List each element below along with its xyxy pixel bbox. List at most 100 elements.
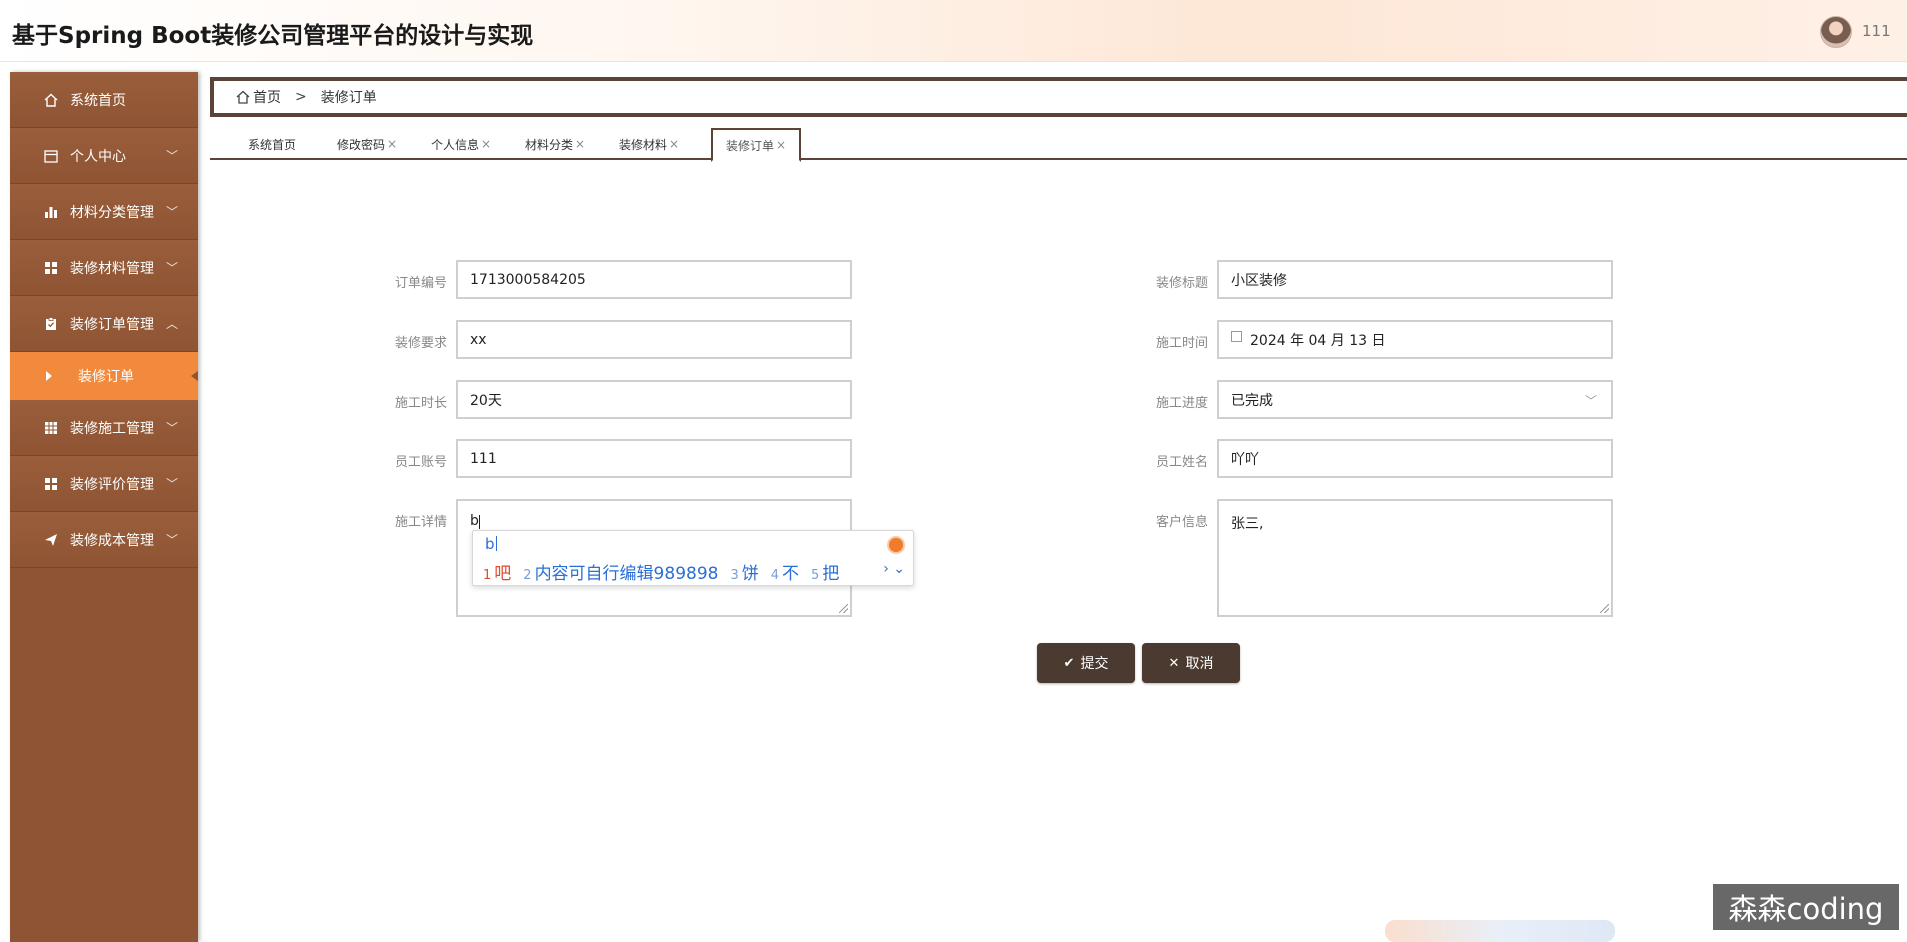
tab-label: 装修订单 (725, 138, 774, 153)
close-icon[interactable]: × (481, 137, 491, 151)
requirement-input[interactable]: xx (456, 320, 852, 359)
breadcrumb-home[interactable]: 首页 (253, 87, 281, 107)
grid-icon (42, 259, 60, 277)
ime-candidate[interactable]: 5把 (811, 559, 839, 584)
sidebar-item-label: 材料分类管理 (70, 204, 154, 221)
duration-label: 施工时长 (394, 396, 447, 411)
ime-candidate[interactable]: 1吧 (483, 559, 511, 584)
tab-label: 个人信息 (430, 137, 479, 152)
staff-name-input[interactable]: 吖吖 (1217, 439, 1613, 478)
staff-account-input[interactable]: 111 (456, 439, 852, 478)
staff-name-label: 员工姓名 (1155, 455, 1208, 470)
tab-label: 系统首页 (247, 137, 296, 152)
sidebar-item-cost[interactable]: 装修成本管理 ﹀ (10, 512, 198, 568)
ime-typed-text: b (485, 535, 495, 553)
app-header: 基于Spring Boot装修公司管理平台的设计与实现 111 (0, 0, 1907, 62)
sidebar-item-personal[interactable]: 个人中心 ﹀ (10, 128, 198, 184)
order-no-value: 1713000584205 (470, 271, 586, 288)
requirement-label: 装修要求 (394, 336, 447, 351)
customer-textarea[interactable]: 张三, (1217, 499, 1613, 617)
sidebar-subitem-label: 装修订单 (78, 369, 134, 385)
customer-label: 客户信息 (1155, 515, 1208, 530)
progress-label: 施工进度 (1155, 396, 1208, 411)
calendar-icon (1231, 331, 1242, 342)
breadcrumb: 首页 > 装修订单 (210, 77, 1907, 117)
title-label: 装修标题 (1155, 276, 1208, 291)
submit-button[interactable]: ✔ 提交 (1037, 643, 1135, 683)
progress-select[interactable]: 已完成 ﹀ (1217, 380, 1613, 419)
date-picker[interactable]: 2024 年 04 月 13 日 (1217, 320, 1613, 359)
tab-material-category[interactable]: 材料分类 × (515, 128, 595, 160)
chevron-up-icon: ︿ (165, 317, 178, 331)
sidebar-item-material-category[interactable]: 材料分类管理 ﹀ (10, 184, 198, 240)
user-avatar[interactable] (1820, 16, 1852, 48)
chevron-down-icon: ﹀ (165, 205, 178, 219)
tab-label: 装修材料 (618, 137, 667, 152)
ime-candidate-popup: b 1吧 2 内容可自行编辑989898 3饼 4不 5把 › ⌄ (472, 530, 914, 586)
username[interactable]: 111 (1862, 22, 1891, 40)
resize-handle[interactable] (1600, 604, 1609, 613)
close-icon[interactable]: × (575, 137, 585, 151)
home-icon[interactable] (236, 90, 250, 104)
title-input[interactable]: 小区装修 (1217, 260, 1613, 299)
tab-label: 材料分类 (524, 137, 573, 152)
tab-label: 修改密码 (336, 137, 385, 152)
close-icon: ✕ (1168, 655, 1180, 671)
submit-label: 提交 (1080, 656, 1109, 672)
sidebar-item-material[interactable]: 装修材料管理 ﹀ (10, 240, 198, 296)
sidebar-subitem-order[interactable]: 装修订单 (10, 352, 198, 400)
sidebar-item-label: 个人中心 (70, 148, 126, 165)
home-icon (42, 91, 60, 109)
ime-candidate[interactable]: 3饼 (730, 559, 758, 584)
text-caret (478, 515, 480, 529)
chevron-down-icon: ﹀ (165, 477, 178, 491)
tab-material[interactable]: 装修材料 × (609, 128, 689, 160)
close-icon[interactable]: × (669, 137, 679, 151)
active-indicator (191, 371, 198, 381)
customer-value: 张三, (1231, 516, 1264, 532)
close-icon[interactable]: × (776, 138, 786, 152)
sidebar-item-review[interactable]: 装修评价管理 ﹀ (10, 456, 198, 512)
ime-candidate-text: 不 (782, 564, 800, 584)
sidebar-item-label: 装修评价管理 (70, 476, 154, 493)
close-icon[interactable]: × (387, 137, 397, 151)
staff-name-value: 吖吖 (1231, 451, 1259, 468)
sidebar-item-order[interactable]: 装修订单管理 ︿ (10, 296, 198, 352)
sidebar-item-label: 装修材料管理 (70, 260, 154, 277)
watermark: 森森coding (1713, 884, 1899, 930)
ime-composition: b (485, 535, 497, 553)
tab-change-password[interactable]: 修改密码 × (327, 128, 407, 160)
detail-value: b (470, 513, 479, 529)
tab-order[interactable]: 装修订单 × (711, 128, 801, 162)
cancel-button[interactable]: ✕ 取消 (1142, 643, 1240, 683)
ime-caret (495, 536, 497, 551)
ime-logo-icon[interactable] (887, 536, 905, 554)
ime-candidate[interactable]: 2 内容可自行编辑989898 (523, 559, 718, 584)
ime-page-nav[interactable]: › ⌄ (883, 561, 905, 577)
tab-home[interactable]: 系统首页 (232, 128, 312, 160)
tab-personal-info[interactable]: 个人信息 × (421, 128, 501, 160)
requirement-value: xx (470, 331, 487, 348)
chevron-down-icon: ﹀ (165, 533, 178, 547)
sidebar-item-label: 装修施工管理 (70, 420, 154, 437)
app-title: 基于Spring Boot装修公司管理平台的设计与实现 (12, 23, 534, 49)
sidebar-item-construction[interactable]: 装修施工管理 ﹀ (10, 400, 198, 456)
resize-handle[interactable] (839, 604, 848, 613)
table-icon (42, 419, 60, 437)
grid-icon (42, 475, 60, 493)
ime-candidate-text: 内容可自行编辑989898 (534, 564, 719, 584)
ime-candidate-index: 1 (483, 568, 492, 583)
blurred-overlay (1385, 920, 1615, 942)
breadcrumb-current: 装修订单 (320, 90, 377, 106)
ime-candidate-index: 2 (523, 568, 532, 583)
sidebar-item-home[interactable]: 系统首页 (10, 72, 198, 128)
ime-candidate-index: 5 (811, 568, 820, 583)
ime-candidate-text: 吧 (494, 564, 512, 584)
duration-input[interactable]: 20天 (456, 380, 852, 419)
ime-candidate[interactable]: 4不 (771, 559, 799, 584)
order-no-input[interactable]: 1713000584205 (456, 260, 852, 299)
bar-chart-icon (42, 203, 60, 221)
calendar-icon (42, 147, 60, 165)
send-icon (42, 531, 60, 549)
duration-value: 20天 (470, 392, 502, 409)
